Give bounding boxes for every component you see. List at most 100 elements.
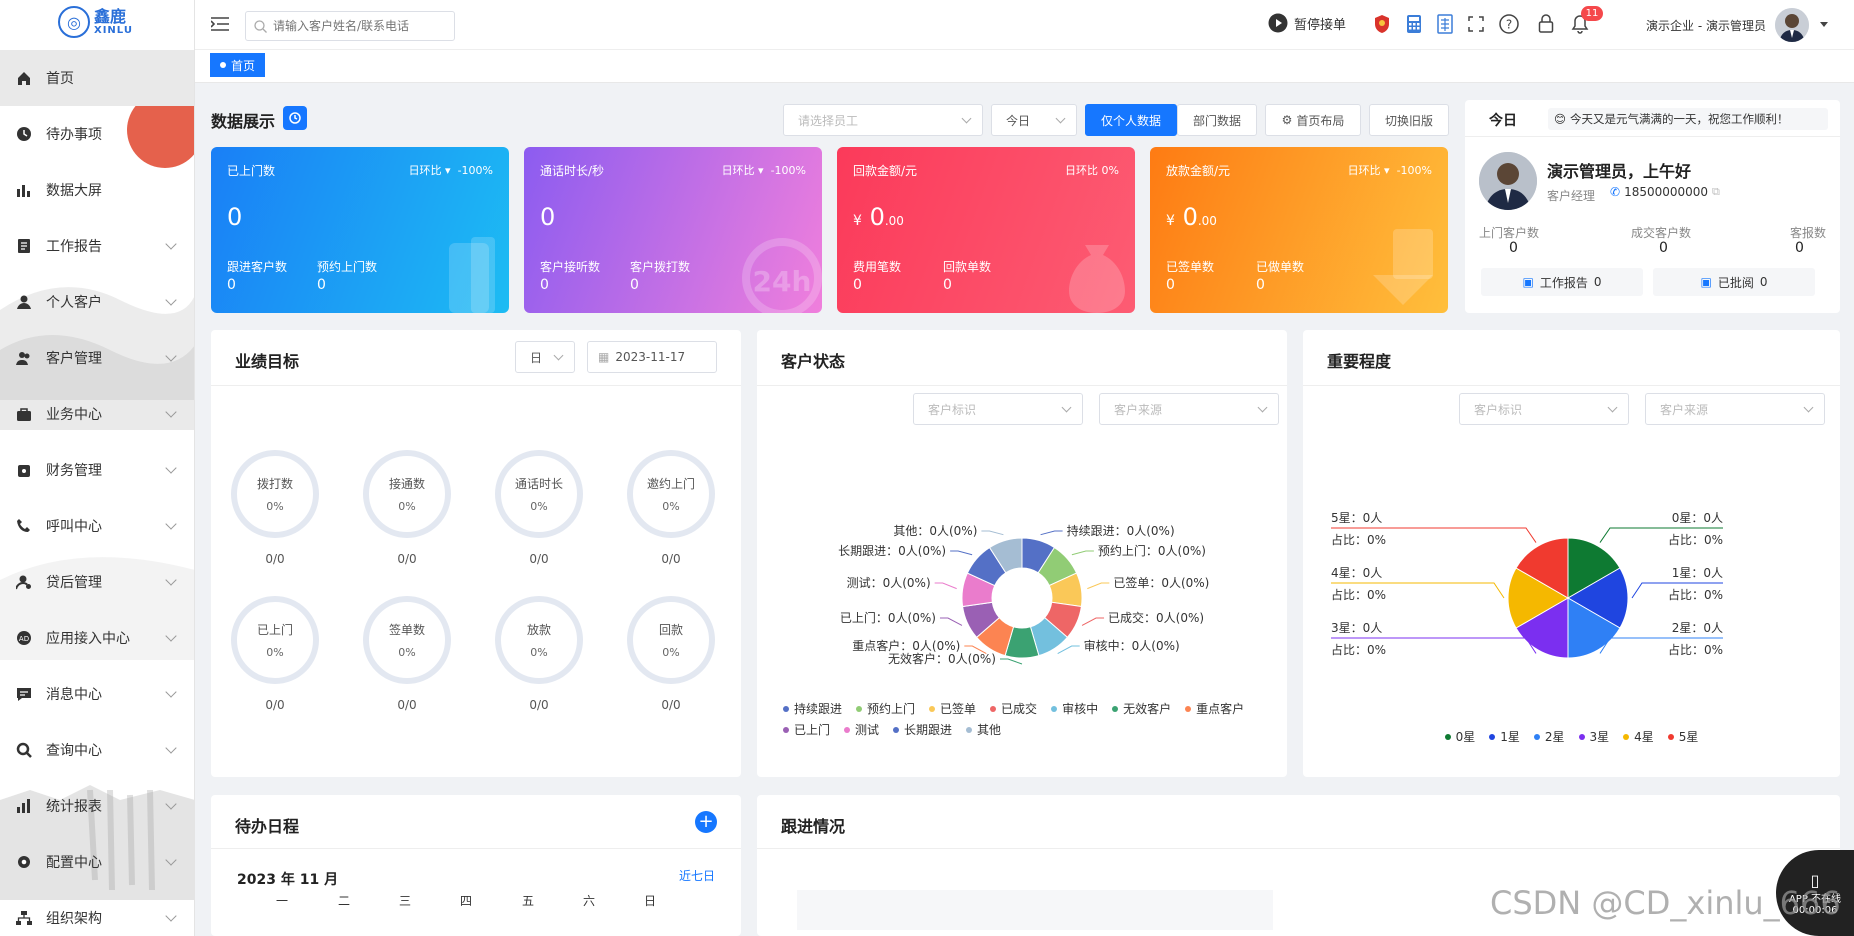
sidebar-item-11[interactable]: 消息中心 [0, 666, 194, 722]
legend-item[interactable]: 测试 [844, 721, 879, 738]
sidebar-item-10[interactable]: AD 应用接入中心 [0, 610, 194, 666]
sidebar-item-5[interactable]: 客户管理 [0, 330, 194, 386]
legend-item[interactable]: 2星 [1533, 728, 1565, 745]
target-ring: 回款 0% [627, 596, 715, 684]
legend-label: 5星 [1678, 730, 1699, 744]
metric-label: 上门客户数 [1479, 226, 1540, 240]
greeting-banner: 😊 今天又是元气满满的一天，祝您工作顺利！ [1548, 108, 1828, 130]
legend-item[interactable]: 预约上门 [856, 700, 915, 717]
importance-legend: 0星 1星 2星 3星 4星 5星 [1303, 728, 1840, 745]
yuan-download-icon [1373, 229, 1433, 305]
target-ring-label: 回款 [658, 623, 683, 637]
sidebar-item-14[interactable]: 配置中心 [0, 834, 194, 890]
legend-item[interactable]: 已签单 [929, 700, 976, 717]
department-data-button[interactable]: 部门数据 [1177, 104, 1257, 136]
legend-item[interactable]: 0星 [1444, 728, 1475, 745]
switch-old-version-button[interactable]: 切换旧版 [1369, 104, 1449, 136]
home-layout-label: 首页布局 [1296, 113, 1345, 128]
legend-item[interactable]: 已上门 [783, 721, 830, 738]
sidebar-item-4[interactable]: 个人客户 [0, 274, 194, 330]
add-schedule-icon[interactable]: + [695, 811, 717, 833]
sidebar-item-0[interactable]: 首页 [0, 50, 194, 106]
lock-icon[interactable] [1535, 13, 1557, 35]
copy-icon[interactable]: ⧉ [1712, 185, 1720, 199]
legend-dot-icon [1051, 705, 1058, 712]
targets-unit-select[interactable]: 日 [515, 341, 575, 373]
targets-date-picker[interactable]: ▦ 2023-11-17 [587, 341, 717, 373]
stat-card-call-duration[interactable]: 通话时长/秒 日环比 ▾ -100% 0 客户接听数 0 客户拨打数 0 24h [524, 147, 822, 313]
legend-item[interactable]: 重点客户 [1185, 700, 1244, 717]
stat-compare: 日环比 0% [1065, 162, 1119, 178]
personal-data-button[interactable]: 仅个人数据 [1085, 104, 1177, 136]
report-icon [14, 238, 34, 254]
home-layout-button[interactable]: ⚙ 首页布局 [1265, 104, 1361, 136]
approved-button[interactable]: ▣ 已批阅 0 [1653, 268, 1815, 296]
legend-item[interactable]: 5星 [1667, 728, 1699, 745]
work-report-button[interactable]: ▣ 工作报告 0 [1481, 268, 1643, 296]
shield-badge-icon[interactable] [1371, 13, 1393, 35]
today-tab[interactable]: 今日 [1489, 110, 1517, 130]
legend-item[interactable]: 其他 [966, 721, 1001, 738]
status-slice-label: 长期跟进：0人(0%) [838, 544, 946, 558]
search-input[interactable] [273, 19, 443, 33]
period-select[interactable]: 今日 [991, 104, 1077, 136]
legend-item[interactable]: 3星 [1578, 728, 1609, 745]
target-ring-label: 已上门 [256, 623, 293, 637]
calendar-weekday: 二 [337, 894, 350, 908]
legend-item[interactable]: 4星 [1623, 728, 1654, 745]
sidebar-item-8[interactable]: 呼叫中心 [0, 498, 194, 554]
avatar[interactable] [1775, 8, 1809, 42]
legend-dot-icon [1112, 705, 1119, 712]
pause-orders-button[interactable]: 暂停接单 [1268, 13, 1346, 33]
report-icon: ▣ [1522, 275, 1534, 289]
approved-label: 已批阅 [1717, 275, 1754, 290]
sidebar-item-7[interactable]: 财务管理 [0, 442, 194, 498]
user-menu-caret-icon[interactable] [1820, 22, 1828, 27]
legend-dot-icon [783, 726, 789, 733]
target-ring: 已上门 0% [231, 596, 319, 684]
divider [211, 385, 741, 386]
customer-search[interactable] [245, 11, 455, 41]
legend-item[interactable]: 无效客户 [1112, 700, 1171, 717]
stat-card-loan[interactable]: 放款金额/元 日环比 ▾ -100% ¥ 0.00 已签单数 0 已做单数 0 [1150, 147, 1448, 313]
legend-item[interactable]: 持续跟进 [783, 700, 842, 717]
sidebar-item-1[interactable]: 待办事项 [0, 106, 194, 162]
help-icon[interactable]: ? [1498, 13, 1520, 35]
fullscreen-icon[interactable] [1465, 13, 1487, 35]
legend-item[interactable]: 1星 [1489, 728, 1520, 745]
sidebar-item-9[interactable]: 贷后管理 [0, 554, 194, 610]
recent-seven-days-link[interactable]: 近七日 [679, 867, 715, 884]
user-org-label[interactable]: 演示企业 - 演示管理员 [1646, 17, 1766, 34]
app-logo[interactable]: ◎ 鑫鹿 XINLU [58, 6, 133, 38]
menu-toggle-icon[interactable] [209, 13, 231, 35]
stat-card-visited[interactable]: 已上门数 日环比 ▾ -100% 0 跟进客户数 0 预约上门数 0 [211, 147, 509, 313]
sidebar-item-13[interactable]: 统计报表 [0, 778, 194, 834]
legend-label: 预约上门 [867, 702, 916, 716]
legend-item[interactable]: 长期跟进 [893, 721, 952, 738]
spreadsheet-icon[interactable] [1434, 13, 1456, 35]
stat-sub2-value: 0 [630, 277, 639, 293]
calculator-icon[interactable] [1403, 13, 1425, 35]
stat-compare-value: 0% [1101, 164, 1119, 177]
sidebar-item-6[interactable]: 业务中心 [0, 386, 194, 442]
stat-card-repayment[interactable]: 回款金额/元 日环比 0% ¥ 0.00 费用笔数 0 回款单数 0 [837, 147, 1135, 313]
target-ring-percent: 0% [398, 500, 416, 513]
stat-sub1-label: 费用笔数 [853, 260, 902, 274]
logo-name: 鑫鹿 [94, 6, 127, 26]
sidebar-item-15[interactable]: 组织架构 [0, 890, 194, 936]
chevron-down-icon [165, 686, 177, 698]
divider [211, 848, 741, 849]
legend-item[interactable]: 审核中 [1051, 700, 1098, 717]
status-slice-label: 审核中：0人(0%) [1084, 638, 1180, 653]
sidebar-item-12[interactable]: 查询中心 [0, 722, 194, 778]
employee-select[interactable]: 请选择员工 [783, 104, 983, 136]
sidebar-item-2[interactable]: 数据大屏 [0, 162, 194, 218]
work-report-label: 工作报告 [1539, 275, 1588, 290]
calendar-weekday: 一 [275, 894, 288, 908]
refresh-icon[interactable] [283, 106, 307, 130]
sidebar-item-3[interactable]: 工作报告 [0, 218, 194, 274]
legend-item[interactable]: 已成交 [990, 700, 1037, 717]
sidebar-item-label: 配置中心 [46, 855, 102, 871]
tab-home[interactable]: 首页 [210, 53, 266, 77]
targets-panel: 业绩目标 日 ▦ 2023-11-17 拨打数 0% 0/0 接通数 0% 0/0 通话时长 0… [211, 330, 741, 777]
